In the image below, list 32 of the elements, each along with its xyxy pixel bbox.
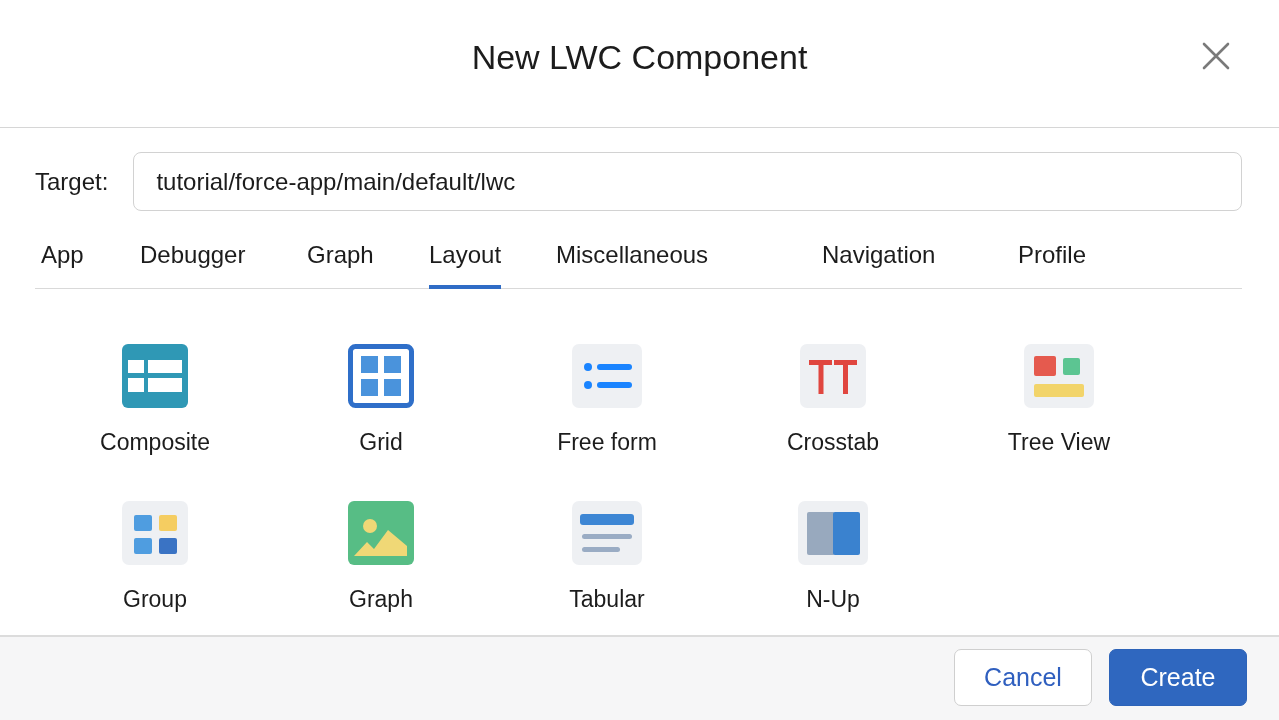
color-blocks-icon: [1024, 343, 1094, 408]
text-lines-icon: [572, 500, 642, 565]
image-icon: [348, 500, 414, 565]
four-squares-icon: [122, 500, 188, 565]
component-option[interactable]: Tree View: [1007, 343, 1111, 455]
split-panel-icon: [798, 500, 868, 565]
category-tab[interactable]: Miscellaneous: [556, 241, 709, 289]
component-option[interactable]: Graph: [348, 500, 414, 612]
component-option[interactable]: Group: [122, 500, 188, 612]
table-layout-icon: [122, 343, 188, 408]
close-button[interactable]: [1201, 40, 1231, 71]
category-tab[interactable]: Navigation: [822, 241, 936, 289]
close-icon: [1202, 41, 1230, 70]
category-tab[interactable]: Layout: [429, 241, 502, 289]
category-tab[interactable]: App: [41, 241, 84, 289]
category-tab[interactable]: Profile: [1018, 241, 1087, 289]
component-option[interactable]: Free form: [557, 343, 657, 455]
double-t-icon: [800, 343, 866, 408]
component-option[interactable]: Tabular: [569, 500, 645, 612]
target-label: Target:: [35, 167, 109, 196]
create-button[interactable]: Create: [1109, 649, 1247, 706]
component-option[interactable]: Composite: [100, 343, 210, 455]
component-option[interactable]: Grid: [348, 343, 414, 455]
dialog-title: New LWC Component: [471, 38, 808, 78]
cancel-button[interactable]: Cancel: [954, 649, 1092, 706]
category-tab[interactable]: Debugger: [140, 241, 246, 289]
grid-icon: [348, 343, 414, 408]
component-option[interactable]: N-Up: [798, 500, 868, 612]
target-path-field[interactable]: tutorial/force-app/main/default/lwc: [133, 152, 1242, 211]
component-option[interactable]: Crosstab: [786, 343, 879, 455]
list-icon: [572, 343, 642, 408]
category-tab[interactable]: Graph: [307, 241, 374, 289]
